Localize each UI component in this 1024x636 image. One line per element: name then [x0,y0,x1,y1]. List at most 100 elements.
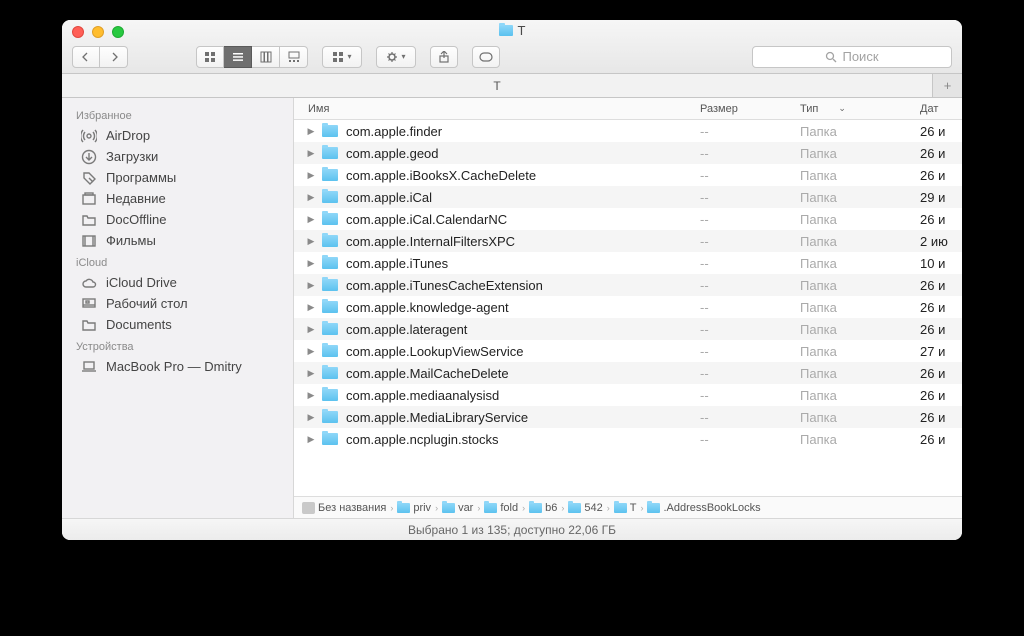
group-button[interactable] [322,46,362,68]
icloud-icon [80,276,98,290]
file-type: Папка [800,124,920,139]
file-name: com.apple.iCal.CalendarNC [346,212,700,227]
sidebar-item[interactable]: Рабочий стол [62,293,293,314]
view-icons-button[interactable] [196,46,224,68]
col-type[interactable]: Тип⌄ [800,103,920,115]
folder-icon [80,213,98,227]
file-row[interactable]: ▶ com.apple.iCal.CalendarNC -- Папка 26 … [294,208,962,230]
path-crumb[interactable]: Без названия [302,502,386,514]
file-row[interactable]: ▶ com.apple.ncplugin.stocks -- Папка 26 … [294,428,962,450]
file-name: com.apple.knowledge-agent [346,300,700,315]
path-crumb[interactable]: T [614,502,637,514]
path-crumb[interactable]: priv [397,502,431,514]
disclosure-triangle-icon[interactable]: ▶ [302,324,320,335]
view-gallery-button[interactable] [280,46,308,68]
file-row[interactable]: ▶ com.apple.finder -- Папка 26 и [294,120,962,142]
file-row[interactable]: ▶ com.apple.InternalFiltersXPC -- Папка … [294,230,962,252]
sidebar-item[interactable]: Documents [62,314,293,335]
file-row[interactable]: ▶ com.apple.MediaLibraryService -- Папка… [294,406,962,428]
sidebar-item[interactable]: MacBook Pro — Dmitry [62,356,293,377]
folder-icon [322,389,338,401]
file-row[interactable]: ▶ com.apple.geod -- Папка 26 и [294,142,962,164]
file-type: Папка [800,388,920,403]
path-crumb-label: var [458,502,473,514]
disclosure-triangle-icon[interactable]: ▶ [302,280,320,291]
close-button[interactable] [72,26,84,38]
col-size[interactable]: Размер [700,103,800,115]
file-list[interactable]: ▶ com.apple.finder -- Папка 26 и▶ com.ap… [294,120,962,496]
path-crumb[interactable]: var [442,502,473,514]
disclosure-triangle-icon[interactable]: ▶ [302,148,320,159]
search-field[interactable]: Поиск [752,46,952,68]
back-button[interactable] [72,46,100,68]
disclosure-triangle-icon[interactable]: ▶ [302,346,320,357]
minimize-button[interactable] [92,26,104,38]
view-columns-button[interactable] [252,46,280,68]
column-headers: Имя Размер Тип⌄ Дат [294,98,962,120]
tabbar: T + [62,74,962,98]
share-button[interactable] [430,46,458,68]
path-crumb[interactable]: 542 [568,502,602,514]
path-crumb[interactable]: .AddressBookLocks [647,502,760,514]
file-name: com.apple.InternalFiltersXPC [346,234,700,249]
new-tab-button[interactable]: + [932,74,962,97]
disclosure-triangle-icon[interactable]: ▶ [302,192,320,203]
disclosure-triangle-icon[interactable]: ▶ [302,302,320,313]
folder-icon [568,503,581,513]
downloads-icon [80,150,98,164]
file-row[interactable]: ▶ com.apple.MailCacheDelete -- Папка 26 … [294,362,962,384]
sidebar-item[interactable]: Загрузки [62,146,293,167]
chevron-down-icon: ⌄ [838,103,846,114]
forward-button[interactable] [100,46,128,68]
path-crumb[interactable]: b6 [529,502,557,514]
sidebar-item[interactable]: Программы [62,167,293,188]
file-date: 26 и [920,388,962,403]
tab-label: T [493,79,500,93]
tab[interactable]: T [62,74,932,97]
file-date: 27 и [920,344,962,359]
file-size: -- [700,278,800,293]
file-row[interactable]: ▶ com.apple.lateragent -- Папка 26 и [294,318,962,340]
file-type: Папка [800,322,920,337]
disclosure-triangle-icon[interactable]: ▶ [302,368,320,379]
disclosure-triangle-icon[interactable]: ▶ [302,434,320,445]
folder-icon [322,257,338,269]
sidebar-item[interactable]: AirDrop [62,125,293,146]
sidebar-item[interactable]: DocOffline [62,209,293,230]
pathbar: Без названия›priv›var›fold›b6›542›T›.Add… [294,496,962,518]
sidebar-item[interactable]: Фильмы [62,230,293,251]
file-row[interactable]: ▶ com.apple.iTunesCacheExtension -- Папк… [294,274,962,296]
sidebar: ИзбранноеAirDropЗагрузкиПрограммыНедавни… [62,98,294,518]
zoom-button[interactable] [112,26,124,38]
disclosure-triangle-icon[interactable]: ▶ [302,236,320,247]
file-type: Папка [800,146,920,161]
disclosure-triangle-icon[interactable]: ▶ [302,214,320,225]
disclosure-triangle-icon[interactable]: ▶ [302,170,320,181]
path-crumb[interactable]: fold [484,502,518,514]
disclosure-triangle-icon[interactable]: ▶ [302,258,320,269]
col-date[interactable]: Дат [920,103,962,115]
chevron-right-icon: › [522,503,525,513]
file-row[interactable]: ▶ com.apple.knowledge-agent -- Папка 26 … [294,296,962,318]
file-row[interactable]: ▶ com.apple.iTunes -- Папка 10 и [294,252,962,274]
tags-button[interactable] [472,46,500,68]
search-placeholder: Поиск [842,49,878,64]
file-date: 26 и [920,322,962,337]
disclosure-triangle-icon[interactable]: ▶ [302,412,320,423]
file-row[interactable]: ▶ com.apple.iCal -- Папка 29 и [294,186,962,208]
file-row[interactable]: ▶ com.apple.LookupViewService -- Папка 2… [294,340,962,362]
file-row[interactable]: ▶ com.apple.iBooksX.CacheDelete -- Папка… [294,164,962,186]
view-list-button[interactable] [224,46,252,68]
sidebar-item[interactable]: Недавние [62,188,293,209]
action-button[interactable] [376,46,416,68]
disclosure-triangle-icon[interactable]: ▶ [302,390,320,401]
sidebar-item-label: Программы [106,170,176,185]
file-row[interactable]: ▶ com.apple.mediaanalysisd -- Папка 26 и [294,384,962,406]
sidebar-item[interactable]: iCloud Drive [62,272,293,293]
movies-icon [80,234,98,248]
file-date: 26 и [920,146,962,161]
col-name[interactable]: Имя [294,103,700,115]
chevron-right-icon: › [435,503,438,513]
disclosure-triangle-icon[interactable]: ▶ [302,126,320,137]
folder-icon [322,191,338,203]
